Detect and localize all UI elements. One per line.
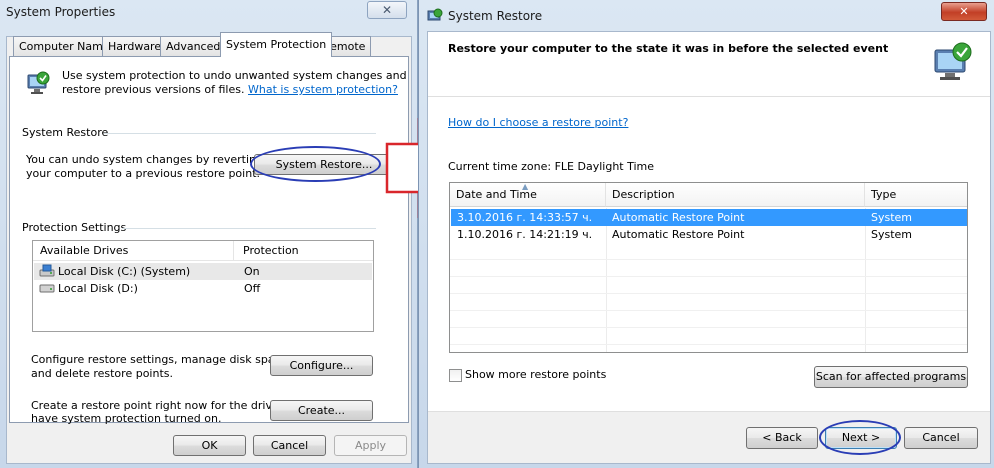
create-button[interactable]: Create... bbox=[270, 400, 373, 421]
apply-button[interactable]: Apply bbox=[334, 435, 407, 456]
column-protection[interactable]: Protection bbox=[243, 244, 299, 257]
drive-row[interactable]: Local Disk (D:) Off bbox=[34, 280, 372, 297]
close-icon: ✕ bbox=[959, 5, 969, 18]
grid-line bbox=[450, 344, 967, 345]
tab-computer-name[interactable]: Computer Name bbox=[13, 36, 116, 57]
system-properties-window: System Properties ✕ Computer Name Hardwa… bbox=[0, 0, 418, 468]
dialog-body: Restore your computer to the state it wa… bbox=[427, 31, 991, 464]
system-restore-window: System Restore ✕ Restore your computer t… bbox=[418, 0, 994, 468]
restore-point-type: System bbox=[871, 228, 913, 241]
show-more-restore-points-checkbox[interactable] bbox=[449, 369, 462, 382]
cancel-button[interactable]: Cancel bbox=[904, 427, 978, 449]
system-restore-title-icon bbox=[427, 8, 443, 27]
drives-list[interactable]: Available Drives Protection Local Disk (… bbox=[32, 240, 374, 332]
ok-button[interactable]: OK bbox=[173, 435, 246, 456]
grid-line bbox=[450, 293, 967, 294]
column-description[interactable]: Description bbox=[606, 183, 865, 207]
system-protection-icon bbox=[26, 71, 50, 100]
restore-point-date: 1.10.2016 г. 14:21:19 ч. bbox=[457, 228, 593, 241]
create-text-line1: Create a restore point right now for the… bbox=[31, 399, 311, 412]
grid-line bbox=[450, 327, 967, 328]
window-title: System Properties bbox=[6, 5, 116, 19]
column-divider bbox=[233, 241, 234, 261]
grid-line bbox=[450, 310, 967, 311]
close-button[interactable]: ✕ bbox=[941, 2, 987, 21]
next-button[interactable]: Next > bbox=[825, 427, 897, 449]
restore-text-line2: your computer to a previous restore poin… bbox=[26, 167, 260, 180]
close-button[interactable]: ✕ bbox=[367, 1, 407, 19]
cancel-button[interactable]: Cancel bbox=[253, 435, 326, 456]
column-type[interactable]: Type bbox=[865, 183, 967, 207]
protection-settings-group-title: Protection Settings bbox=[22, 221, 127, 234]
sort-arrow-icon: ▲ bbox=[522, 182, 529, 191]
timezone-label: Current time zone: FLE Daylight Time bbox=[448, 160, 655, 173]
configure-text-line2: and delete restore points. bbox=[31, 367, 173, 380]
drive-protection: Off bbox=[244, 282, 261, 295]
restore-point-description: Automatic Restore Point bbox=[612, 228, 745, 241]
restore-point-type: System bbox=[871, 211, 913, 224]
close-icon: ✕ bbox=[381, 3, 393, 17]
restore-point-description: Automatic Restore Point bbox=[612, 211, 745, 224]
how-to-choose-restore-point-link[interactable]: How do I choose a restore point? bbox=[448, 116, 628, 129]
drive-name: Local Disk (D:) bbox=[58, 282, 138, 295]
column-available-drives[interactable]: Available Drives bbox=[40, 244, 128, 257]
what-is-system-protection-link[interactable]: What is system protection? bbox=[248, 83, 398, 96]
restore-point-row[interactable]: 3.10.2016 г. 14:33:57 ч. Automatic Resto… bbox=[451, 209, 967, 226]
restore-text-line1: You can undo system changes by reverting bbox=[26, 153, 263, 166]
restore-point-date: 3.10.2016 г. 14:33:57 ч. bbox=[457, 211, 593, 224]
header-divider bbox=[428, 96, 990, 97]
tab-panel: Use system protection to undo unwanted s… bbox=[9, 56, 409, 425]
system-restore-button[interactable]: System Restore... bbox=[254, 154, 394, 175]
grid-line bbox=[450, 276, 967, 277]
dialog-footer: < Back Next > Cancel bbox=[428, 411, 990, 463]
drive-name: Local Disk (C:) (System) bbox=[58, 265, 191, 278]
scan-for-affected-programs-button[interactable]: Scan for affected programs bbox=[814, 366, 968, 388]
system-restore-header-icon bbox=[932, 40, 974, 85]
drive-protection: On bbox=[244, 265, 260, 278]
intro-text-line2: restore previous versions of files. bbox=[62, 83, 245, 96]
create-text-line2: have system protection turned on. bbox=[31, 412, 222, 425]
drives-list-header: Available Drives Protection bbox=[33, 241, 373, 261]
configure-text-line1: Configure restore settings, manage disk … bbox=[31, 353, 291, 366]
show-more-restore-points-label[interactable]: Show more restore points bbox=[465, 368, 606, 381]
dialog-heading: Restore your computer to the state it wa… bbox=[448, 42, 889, 55]
column-date-and-time[interactable]: Date and Time ▲ bbox=[450, 182, 606, 207]
configure-button[interactable]: Configure... bbox=[270, 355, 373, 376]
dialog-body: Computer Name Hardware Advanced System P… bbox=[6, 32, 412, 464]
tab-hardware[interactable]: Hardware bbox=[102, 36, 168, 57]
system-restore-group-title: System Restore bbox=[22, 126, 109, 139]
back-button[interactable]: < Back bbox=[746, 427, 818, 449]
window-title: System Restore bbox=[448, 9, 543, 23]
drive-icon bbox=[39, 282, 55, 299]
grid-line bbox=[450, 259, 967, 260]
tab-system-protection[interactable]: System Protection bbox=[220, 32, 333, 57]
group-divider bbox=[122, 228, 376, 229]
restore-point-row[interactable]: 1.10.2016 г. 14:21:19 ч. Automatic Resto… bbox=[451, 226, 967, 243]
tab-advanced[interactable]: Advanced bbox=[160, 36, 227, 57]
restore-points-table[interactable]: Date and Time ▲ Description Type 3.10.20… bbox=[449, 182, 968, 353]
intro-text-line1: Use system protection to undo unwanted s… bbox=[62, 69, 407, 82]
drive-row[interactable]: Local Disk (C:) (System) On bbox=[34, 263, 372, 280]
group-divider bbox=[104, 133, 376, 134]
